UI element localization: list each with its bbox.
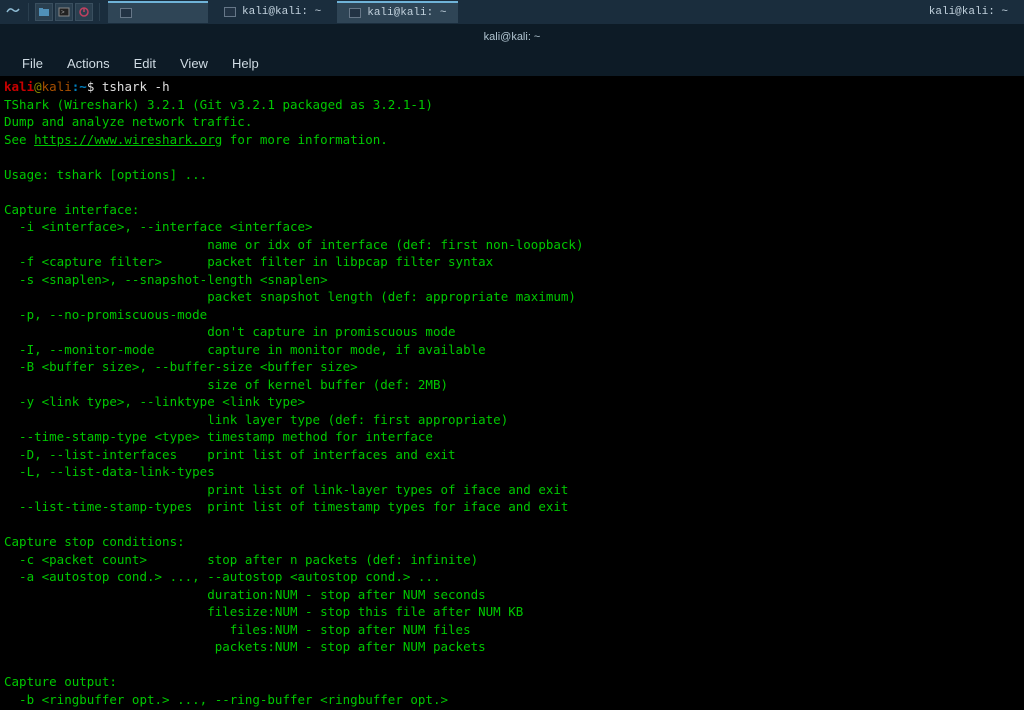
prompt-path: :~: [72, 79, 87, 94]
menu-file[interactable]: File: [10, 52, 55, 75]
output-line: files:NUM - stop after NUM files: [4, 622, 471, 637]
output-line: filesize:NUM - stop this file after NUM …: [4, 604, 523, 619]
window-title: kali@kali: ~: [484, 31, 541, 43]
taskbar-left: > kali@kali: ~ kali@kali: ~: [4, 1, 458, 23]
separator: [99, 3, 100, 21]
terminal-icon[interactable]: >: [55, 3, 73, 21]
menu-actions[interactable]: Actions: [55, 52, 122, 75]
output-line: Capture output:: [4, 674, 117, 689]
terminal-mini-icon: [120, 8, 132, 18]
output-line: -y <link type>, --linktype <link type>: [4, 394, 305, 409]
output-line: -B <buffer size>, --buffer-size <buffer …: [4, 359, 358, 374]
output-line: Capture stop conditions:: [4, 534, 185, 549]
output-line: -i <interface>, --interface <interface>: [4, 219, 313, 234]
menubar: File Actions Edit View Help: [0, 50, 1024, 76]
output-line: See: [4, 132, 34, 147]
output-line: Capture interface:: [4, 202, 139, 217]
command-text: tshark -h: [102, 79, 170, 94]
output-line: don't capture in promiscuous mode: [4, 324, 456, 339]
terminal-mini-icon: [224, 7, 236, 17]
output-line: packets:NUM - stop after NUM packets: [4, 639, 486, 654]
taskbar: > kali@kali: ~ kali@kali: ~ kali@kali: ~: [0, 0, 1024, 24]
power-icon[interactable]: [75, 3, 93, 21]
output-line: packet snapshot length (def: appropriate…: [4, 289, 576, 304]
taskbar-item-terminal-1[interactable]: [108, 1, 208, 23]
output-line: TShark (Wireshark) 3.2.1 (Git v3.2.1 pac…: [4, 97, 433, 112]
prompt-host: kali: [42, 79, 72, 94]
menu-edit[interactable]: Edit: [122, 52, 168, 75]
output-line: -p, --no-promiscuous-mode: [4, 307, 207, 322]
prompt-dollar: $: [87, 79, 102, 94]
prompt-at: @: [34, 79, 42, 94]
terminal-mini-icon: [349, 8, 361, 18]
menu-view[interactable]: View: [168, 52, 220, 75]
output-line: Usage: tshark [options] ...: [4, 167, 207, 182]
taskbar-item-terminal-2[interactable]: kali@kali: ~: [212, 1, 333, 23]
output-line: link layer type (def: first appropriate): [4, 412, 508, 427]
output-line: size of kernel buffer (def: 2MB): [4, 377, 448, 392]
svg-text:>: >: [61, 9, 65, 16]
taskbar-item-label: kali@kali: ~: [367, 7, 446, 19]
output-line: -s <snaplen>, --snapshot-length <snaplen…: [4, 272, 328, 287]
output-line: -D, --list-interfaces print list of inte…: [4, 447, 456, 462]
prompt-user: kali: [4, 79, 34, 94]
output-line: print list of link-layer types of iface …: [4, 482, 568, 497]
menu-help[interactable]: Help: [220, 52, 271, 75]
output-line: -L, --list-data-link-types: [4, 464, 215, 479]
output-link[interactable]: https://www.wireshark.org: [34, 132, 222, 147]
files-icon[interactable]: [35, 3, 53, 21]
taskbar-item-terminal-3[interactable]: kali@kali: ~: [337, 1, 458, 23]
output-line: --time-stamp-type <type> timestamp metho…: [4, 429, 433, 444]
taskbar-right-label: kali@kali: ~: [929, 6, 1020, 18]
output-line: -a <autostop cond.> ..., --autostop <aut…: [4, 569, 441, 584]
output-line: duration:NUM - stop after NUM seconds: [4, 587, 486, 602]
kali-menu-icon[interactable]: [4, 3, 22, 21]
output-line: Dump and analyze network traffic.: [4, 114, 252, 129]
separator: [28, 3, 29, 21]
output-line: -b <ringbuffer opt.> ..., --ring-buffer …: [4, 692, 448, 707]
output-line: name or idx of interface (def: first non…: [4, 237, 583, 252]
output-line: --list-time-stamp-types print list of ti…: [4, 499, 568, 514]
output-line: -I, --monitor-mode capture in monitor mo…: [4, 342, 486, 357]
output-line: for more information.: [222, 132, 388, 147]
output-line: -c <packet count> stop after n packets (…: [4, 552, 478, 567]
window-titlebar: kali@kali: ~: [0, 24, 1024, 50]
terminal-output[interactable]: kali@kali:~$ tshark -h TShark (Wireshark…: [0, 76, 1024, 710]
taskbar-item-label: kali@kali: ~: [242, 6, 321, 18]
output-line: -f <capture filter> packet filter in lib…: [4, 254, 493, 269]
